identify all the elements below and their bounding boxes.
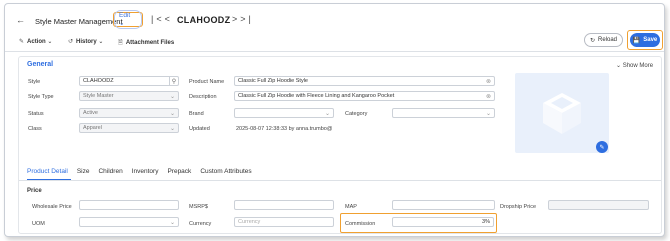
back-arrow-icon[interactable]: ← bbox=[16, 15, 25, 25]
first-record-icon[interactable]: |< bbox=[151, 14, 165, 24]
style-type-select: Style Master ⌄ bbox=[79, 91, 179, 101]
description-input[interactable]: Classic Full Zip Hoodie with Fleece Lini… bbox=[234, 91, 495, 101]
tab-children[interactable]: Children bbox=[98, 168, 122, 175]
chevron-down-icon: ⌄ bbox=[169, 93, 175, 100]
map-label: MAP bbox=[345, 204, 357, 210]
save-button[interactable]: 💾 Save bbox=[630, 33, 660, 47]
category-label: Category bbox=[345, 111, 368, 117]
product-image-placeholder bbox=[515, 73, 609, 153]
history-icon: ↺ bbox=[68, 39, 74, 45]
detail-tabs: Product Detail Size Children Inventory P… bbox=[27, 168, 261, 175]
search-icon[interactable]: ⚲ bbox=[170, 76, 179, 86]
brand-select[interactable]: ⌄ bbox=[234, 108, 334, 118]
clear-icon[interactable]: ⊗ bbox=[486, 93, 491, 100]
tab-product-detail[interactable]: Product Detail bbox=[27, 168, 68, 175]
reload-label: Reload bbox=[598, 37, 618, 43]
save-label: Save bbox=[643, 37, 658, 43]
show-more-button[interactable]: ⌄ Show More bbox=[616, 62, 653, 69]
currency-select[interactable]: Currency bbox=[234, 217, 334, 227]
app-window: ← Style Master Management Edit ⌄ |<< CLA… bbox=[4, 3, 665, 237]
commission-input[interactable]: 3% bbox=[392, 217, 494, 227]
prev-record-icon[interactable]: < bbox=[165, 14, 173, 24]
updated-value: 2025-08-07 12:38:33 by anna.trumbo@ bbox=[236, 126, 333, 132]
attachment-files-button[interactable]: 🗎 Attachment Files bbox=[118, 38, 174, 48]
chevron-down-icon: ⌄ bbox=[485, 110, 491, 117]
product-name-input[interactable]: Classic Full Zip Hoodie Style ⊗ bbox=[234, 76, 495, 86]
last-record-icon[interactable]: >| bbox=[240, 14, 254, 24]
chevron-down-icon: ⌄ bbox=[169, 110, 175, 117]
general-title: General bbox=[27, 61, 54, 68]
dropship-price-input[interactable] bbox=[548, 200, 649, 210]
refresh-icon: ↻ bbox=[589, 37, 595, 44]
clear-icon[interactable]: ⊗ bbox=[486, 78, 491, 85]
class-select[interactable]: Apparel ⌄ bbox=[79, 123, 179, 133]
description-value: Classic Full Zip Hoodie with Fleece Lini… bbox=[238, 93, 395, 99]
uom-label: UOM bbox=[32, 221, 45, 227]
chevron-down-icon: ⌄ bbox=[616, 63, 622, 69]
product-name-value: Classic Full Zip Hoodie Style bbox=[238, 78, 308, 84]
wand-icon: ✎ bbox=[19, 39, 25, 45]
chevron-down-icon: ⌄ bbox=[169, 125, 175, 132]
tab-inventory[interactable]: Inventory bbox=[132, 168, 159, 175]
currency-placeholder: Currency bbox=[238, 219, 261, 225]
save-icon: 💾 bbox=[632, 37, 641, 44]
chevron-down-icon: ⌄ bbox=[324, 110, 330, 117]
history-label: History bbox=[76, 39, 97, 45]
save-highlight: 💾 Save bbox=[627, 30, 663, 50]
msrp-label: MSRP$ bbox=[189, 204, 208, 210]
toolbar-divider bbox=[5, 51, 664, 52]
wholesale-price-input[interactable] bbox=[79, 200, 179, 210]
wholesale-price-label: Wholesale Price bbox=[32, 204, 72, 210]
brand-label: Brand bbox=[189, 111, 204, 117]
product-name-label: Product Name bbox=[189, 79, 225, 85]
commission-value: 3% bbox=[482, 219, 490, 225]
show-more-label: Show More bbox=[622, 63, 654, 69]
file-icon: 🗎 bbox=[118, 40, 123, 46]
msrp-input[interactable] bbox=[234, 200, 334, 210]
class-label: Class bbox=[28, 126, 42, 132]
edit-image-button[interactable]: ✎ bbox=[596, 141, 608, 153]
chevron-down-icon: ⌄ bbox=[47, 39, 53, 45]
edit-button[interactable]: Edit ⌄ bbox=[113, 10, 143, 29]
style-type-label: Style Type bbox=[28, 94, 54, 100]
description-label: Description bbox=[189, 94, 217, 100]
reload-button[interactable]: ↻ Reload bbox=[584, 33, 623, 47]
chevron-down-icon: ⌄ bbox=[169, 219, 175, 226]
action-label: Action bbox=[27, 39, 46, 45]
tabs-divider bbox=[19, 180, 661, 181]
style-label: Style bbox=[28, 79, 41, 85]
price-title: Price bbox=[27, 188, 42, 194]
record-nav-prev: |<< bbox=[151, 14, 173, 24]
updated-label: Updated bbox=[189, 126, 210, 132]
record-id: CLAHOODZ bbox=[177, 15, 231, 25]
style-input[interactable]: CLAHOODZ bbox=[79, 76, 170, 86]
history-menu[interactable]: ↺ History ⌄ bbox=[68, 38, 103, 45]
chevron-down-icon: ⌄ bbox=[119, 20, 125, 27]
class-value: Apparel bbox=[83, 125, 102, 131]
status-select[interactable]: Active ⌄ bbox=[79, 108, 179, 118]
commission-label: Commission bbox=[345, 221, 376, 227]
category-select[interactable]: ⌄ bbox=[392, 108, 495, 118]
tab-custom-attributes[interactable]: Custom Attributes bbox=[200, 168, 251, 175]
currency-label: Currency bbox=[189, 221, 212, 227]
style-type-value: Style Master bbox=[83, 93, 114, 99]
chevron-down-icon: ⌄ bbox=[98, 39, 104, 45]
map-input[interactable] bbox=[392, 200, 495, 210]
attachment-label: Attachment Files bbox=[125, 40, 175, 46]
status-label: Status bbox=[28, 111, 44, 117]
record-nav-next: >>| bbox=[232, 14, 254, 24]
status-value: Active bbox=[83, 110, 98, 116]
cube-icon bbox=[543, 93, 581, 134]
pencil-icon: ✎ bbox=[599, 144, 605, 151]
dropship-price-label: Dropship Price bbox=[500, 204, 537, 210]
tab-prepack[interactable]: Prepack bbox=[167, 168, 191, 175]
page-title: Style Master Management bbox=[35, 17, 123, 26]
tab-size[interactable]: Size bbox=[77, 168, 90, 175]
uom-select[interactable]: ⌄ bbox=[79, 217, 179, 227]
edit-label: Edit bbox=[119, 12, 131, 19]
action-menu[interactable]: ✎ Action ⌄ bbox=[19, 38, 52, 45]
